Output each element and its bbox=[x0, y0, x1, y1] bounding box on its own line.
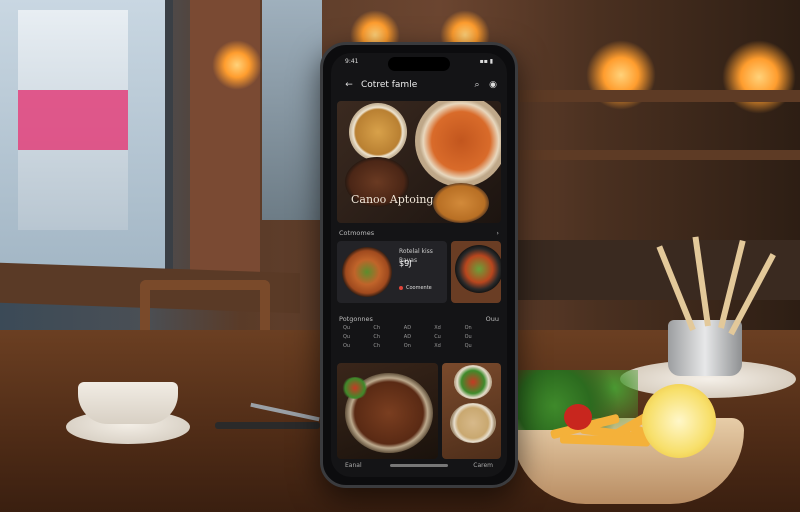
section-action[interactable]: Ouu bbox=[486, 315, 499, 323]
camera-notch bbox=[388, 57, 450, 71]
left-window bbox=[0, 0, 173, 300]
smartphone: 9:41 ▪▪ ▮ ← Cotret famle ⌕ ◉ Canoo Aptoi… bbox=[320, 42, 518, 488]
dish-badge: Coomente bbox=[399, 285, 432, 291]
grid-cell: Xd bbox=[434, 325, 441, 331]
grid-cell: Xd bbox=[434, 343, 441, 349]
grid-cell: AD bbox=[403, 334, 412, 340]
photo-gallery bbox=[337, 363, 501, 459]
hero-banner[interactable]: Canoo Aptoing bbox=[337, 101, 501, 223]
back-arrow-icon[interactable]: ← bbox=[343, 79, 355, 91]
dish-cards: Rotelal kiss Ravas $9J Coomente bbox=[337, 241, 501, 303]
dish-thumb bbox=[342, 247, 392, 297]
profile-icon[interactable]: ◉ bbox=[487, 79, 499, 91]
coffee-cup bbox=[78, 382, 178, 424]
section-action[interactable]: › bbox=[496, 229, 499, 237]
bottom-nav-left[interactable]: Eanal bbox=[345, 462, 362, 469]
restaurant-scene: 9:41 ▪▪ ▮ ← Cotret famle ⌕ ◉ Canoo Aptoi… bbox=[0, 0, 800, 512]
status-dot bbox=[399, 285, 403, 290]
section-header: Potgonnes Ouu bbox=[339, 315, 499, 323]
grid-cell: Ou bbox=[464, 334, 472, 340]
gallery-photo-steak[interactable] bbox=[337, 363, 438, 459]
shelf bbox=[520, 90, 800, 102]
window-small bbox=[262, 0, 322, 220]
header-title: Cotret famle bbox=[361, 80, 418, 90]
grain-bowl-image bbox=[449, 403, 496, 443]
bowl-image bbox=[349, 103, 407, 161]
search-icon[interactable]: ⌕ bbox=[471, 79, 483, 91]
dish-card[interactable]: Rotelal kiss Ravas $9J Coomente bbox=[337, 241, 447, 303]
grid-cell: Ch bbox=[373, 343, 381, 349]
salad-garnish-image bbox=[341, 377, 369, 399]
grid-cell: Qu bbox=[343, 325, 351, 331]
grid-cell: Qu bbox=[343, 334, 351, 340]
cherry-tomato bbox=[564, 404, 592, 430]
grid-cell: On bbox=[403, 343, 411, 349]
section-title: Potgonnes bbox=[339, 315, 373, 323]
grid-cell: AD bbox=[403, 325, 412, 331]
grid-cell: Ou bbox=[343, 343, 351, 349]
wall-lamp-glow bbox=[212, 40, 262, 90]
dish-price: $9J bbox=[399, 259, 412, 268]
grid-cell: On bbox=[464, 325, 472, 331]
dish-card[interactable] bbox=[451, 241, 501, 303]
dish-thumb bbox=[455, 245, 501, 293]
grid-cell: Cu bbox=[434, 334, 441, 340]
grid-cell: Ch bbox=[373, 334, 381, 340]
status-time: 9:41 bbox=[345, 58, 359, 65]
app-header: ← Cotret famle ⌕ ◉ bbox=[331, 75, 507, 95]
salad-bowl-image bbox=[453, 365, 492, 399]
pendant-lamp-glow bbox=[722, 40, 796, 114]
phone-screen: 9:41 ▪▪ ▮ ← Cotret famle ⌕ ◉ Canoo Aptoi… bbox=[331, 53, 507, 477]
lemon-slice bbox=[642, 384, 716, 458]
hero-title: Canoo Aptoing bbox=[351, 193, 434, 206]
home-indicator[interactable] bbox=[390, 464, 448, 467]
grid-cell: Qu bbox=[464, 343, 472, 349]
status-icons: ▪▪ ▮ bbox=[479, 58, 493, 65]
grid-cell: Ch bbox=[373, 325, 381, 331]
gallery-photo-bowls[interactable] bbox=[441, 363, 501, 459]
shelf bbox=[520, 150, 800, 160]
section-title: Cotmomes bbox=[339, 229, 375, 237]
window-sign bbox=[18, 90, 128, 150]
knife bbox=[215, 422, 320, 429]
info-grid: Qu Ch AD Xd On Qu Ch AD Cu Ou Ou Ch On X… bbox=[343, 325, 495, 349]
section-header: Cotmomes › bbox=[339, 229, 499, 237]
fries-plate-image bbox=[415, 101, 501, 187]
sauce-bowl-image bbox=[433, 183, 489, 223]
bottom-nav-right[interactable]: Carem bbox=[473, 462, 493, 469]
